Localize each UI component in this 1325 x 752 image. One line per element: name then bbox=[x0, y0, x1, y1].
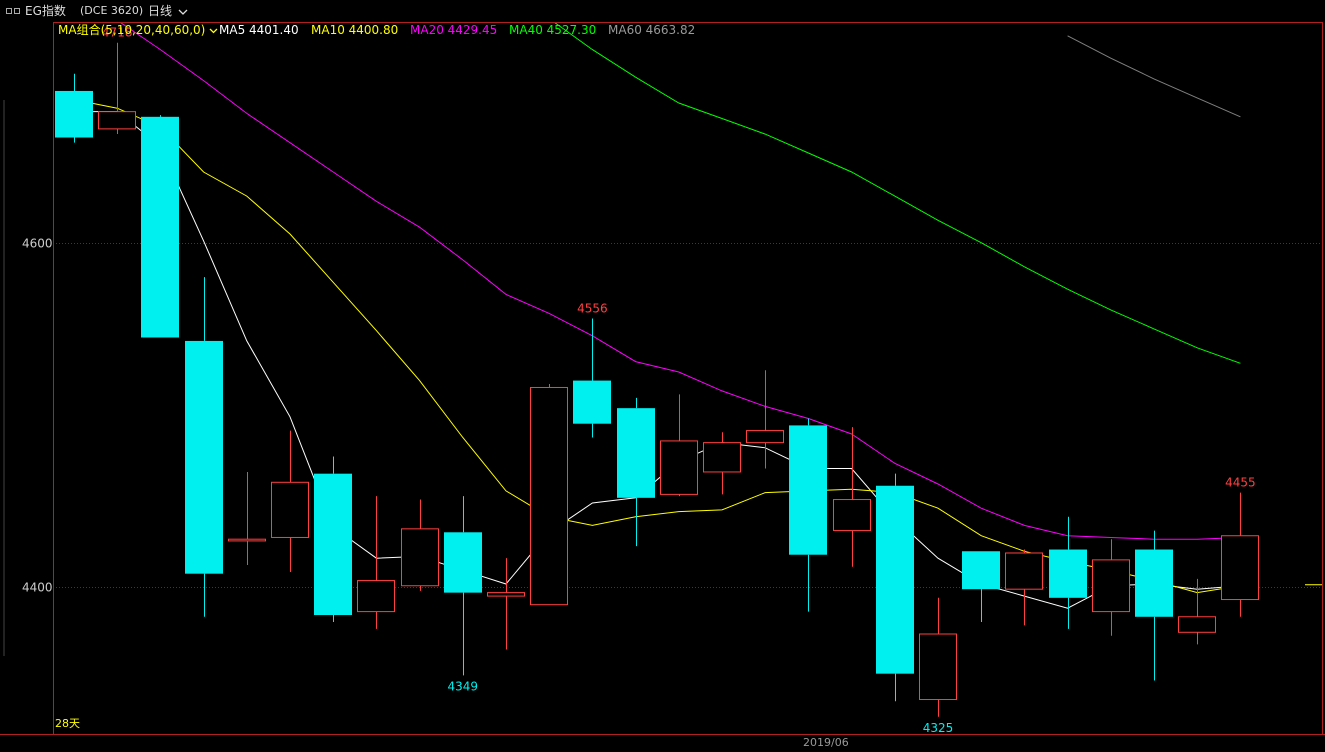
candle-14 bbox=[660, 394, 698, 497]
candle-11 bbox=[530, 384, 568, 606]
candle-body bbox=[962, 551, 1000, 590]
candle-body bbox=[1178, 616, 1216, 633]
candle-body bbox=[98, 111, 136, 130]
candle-body bbox=[271, 481, 309, 538]
candle-body bbox=[1049, 549, 1087, 598]
candle-3 bbox=[185, 277, 223, 617]
symbol-code: (DCE 3620) bbox=[80, 4, 144, 17]
chart-header: EG指数 (DCE 3620) 日线 bbox=[0, 0, 1325, 22]
candle-body bbox=[1005, 552, 1043, 590]
legend-ma60: MA60 4663.82 bbox=[608, 23, 696, 37]
candle-21 bbox=[962, 551, 1000, 622]
x-axis-date-label: 2019/06 bbox=[803, 736, 849, 749]
candle-25 bbox=[1135, 530, 1173, 681]
candle-12 bbox=[573, 318, 611, 438]
candle-body bbox=[617, 408, 655, 498]
candle-body bbox=[660, 440, 698, 495]
candle-body bbox=[833, 499, 871, 532]
ma-line-ma10 bbox=[73, 99, 1241, 594]
candle-6 bbox=[314, 456, 352, 622]
annotation-4455: 4455 bbox=[1225, 476, 1256, 490]
candle-22 bbox=[1005, 549, 1043, 626]
candle-27 bbox=[1221, 492, 1259, 617]
y-tick-label-4600: 4600 bbox=[22, 237, 53, 251]
candle-20 bbox=[919, 597, 957, 717]
chevron-down-icon bbox=[209, 28, 218, 34]
ma-line-ma5 bbox=[74, 111, 1241, 609]
window-icon[interactable] bbox=[6, 8, 20, 14]
candle-1 bbox=[98, 42, 136, 135]
legend-ma40: MA40 4527.30 bbox=[509, 23, 597, 37]
ma-group-selector[interactable]: MA组合(5,10,20,40,60,0) bbox=[58, 21, 218, 39]
period-selector[interactable]: 日线 bbox=[148, 0, 188, 22]
candle-body bbox=[228, 538, 266, 542]
candle-0 bbox=[55, 73, 93, 143]
candle-body bbox=[314, 473, 352, 616]
candle-body bbox=[573, 380, 611, 424]
candle-body bbox=[55, 90, 93, 138]
candle-body bbox=[401, 528, 439, 587]
candle-body bbox=[487, 592, 525, 597]
plot-border bbox=[53, 22, 1323, 735]
y-axis-ticks: 4600 4400 bbox=[22, 237, 53, 595]
legend-ma10: MA10 4400.80 bbox=[311, 23, 399, 37]
annotation-4349: 4349 bbox=[448, 679, 479, 693]
candle-body bbox=[746, 430, 784, 444]
candle-body bbox=[185, 340, 223, 574]
annotation-4556: 4556 bbox=[577, 302, 608, 316]
candle-7 bbox=[357, 496, 395, 629]
candle-body bbox=[876, 485, 914, 674]
candlestick-chart[interactable]: 47184556434943254455 46004400 28天 2019/0… bbox=[0, 0, 1325, 752]
candle-17 bbox=[789, 418, 827, 612]
candle-19 bbox=[876, 473, 914, 702]
ma-line-ma60 bbox=[1067, 35, 1241, 118]
legend-ma20: MA20 4429.45 bbox=[410, 23, 498, 37]
candle-body bbox=[1135, 549, 1173, 617]
legend-ma5: MA5 4401.40 bbox=[219, 23, 299, 37]
candle-body bbox=[789, 425, 827, 555]
candle-2 bbox=[141, 115, 179, 338]
candle-10 bbox=[487, 558, 525, 650]
candle-24 bbox=[1092, 539, 1130, 636]
candle-9 bbox=[444, 496, 482, 676]
candle-body bbox=[1221, 535, 1259, 601]
y-tick-label-4400: 4400 bbox=[22, 581, 53, 595]
days-count-label: 28天 bbox=[55, 717, 80, 730]
chevron-down-icon bbox=[178, 9, 188, 15]
candle-body bbox=[1092, 559, 1130, 613]
candle-body bbox=[444, 532, 482, 593]
candle-4 bbox=[228, 471, 266, 566]
candle-body bbox=[530, 386, 568, 606]
ma-group-label: MA组合(5,10,20,40,60,0) bbox=[58, 23, 206, 37]
candle-body bbox=[357, 580, 395, 613]
candle-body bbox=[141, 116, 179, 338]
candle-18 bbox=[833, 427, 871, 567]
moving-average-lines bbox=[73, 23, 1241, 609]
candle-13 bbox=[617, 397, 655, 547]
ma-line-ma20 bbox=[120, 23, 1241, 540]
grid-layer bbox=[53, 243, 1322, 588]
candle-8 bbox=[401, 499, 439, 591]
candle-5 bbox=[271, 430, 309, 572]
candle-23 bbox=[1049, 516, 1087, 629]
symbol-name: EG指数 bbox=[25, 4, 66, 18]
period-label: 日线 bbox=[148, 4, 173, 18]
candles bbox=[55, 42, 1259, 717]
annotation-4325: 4325 bbox=[923, 721, 954, 735]
candle-15 bbox=[703, 432, 741, 495]
candle-body bbox=[703, 442, 741, 473]
candle-body bbox=[919, 633, 957, 701]
